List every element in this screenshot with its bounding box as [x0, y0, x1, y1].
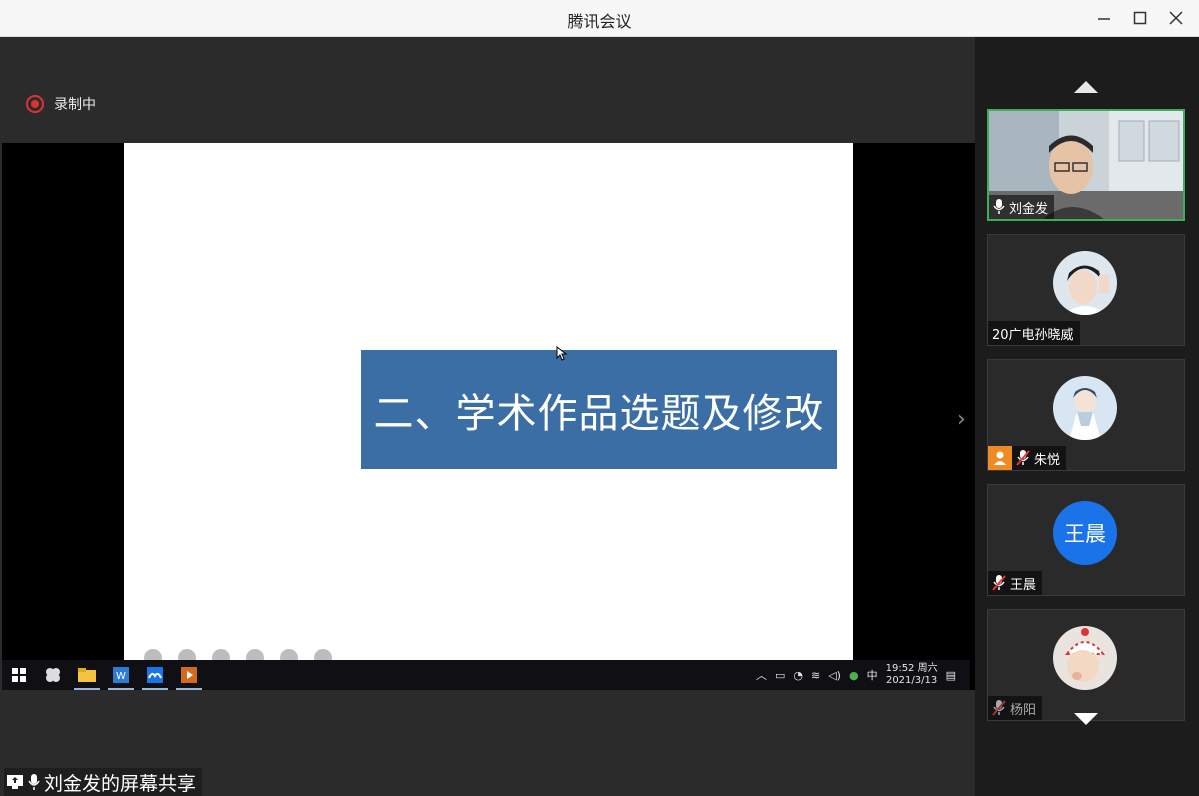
scroll-down-icon[interactable] [1074, 713, 1098, 725]
minimize-button[interactable] [1087, 6, 1121, 30]
wifi-icon[interactable]: ≋ [811, 669, 820, 682]
participant-name-tag: 杨阳 [988, 696, 1043, 720]
participant-tile[interactable]: 杨阳 [987, 609, 1185, 721]
participant-name: 朱悦 [1034, 452, 1061, 468]
presentation-slide: 二、学术作品选题及修改 [124, 143, 853, 661]
taskbar-clock[interactable]: 19:52 周六 2021/3/13 [886, 663, 938, 687]
tray-expand-icon[interactable]: ︿ [756, 667, 767, 683]
microphone-icon [28, 774, 40, 790]
svg-text:W: W [116, 671, 126, 682]
security-icon[interactable]: ● [849, 669, 859, 682]
participant-name: 刘金发 [1009, 201, 1049, 217]
minimize-icon [1098, 18, 1110, 20]
microphone-muted-icon [992, 700, 1006, 716]
system-tray: ︿ ▭ ◔ ≋ ◁) ● 中 19:52 周六 2021/3/13 ▤ [756, 660, 956, 690]
participant-tile[interactable]: 刘金发 [987, 109, 1185, 221]
word-app-icon[interactable]: W [104, 660, 138, 690]
microphone-muted-icon [992, 575, 1006, 591]
chevron-right-icon[interactable]: › [957, 407, 966, 432]
clock-date: 2021/3/13 [885, 675, 938, 686]
avatar [1053, 251, 1117, 315]
participant-name-tag: 20广电孙晓威 [988, 321, 1080, 345]
scroll-up-icon[interactable] [1074, 81, 1098, 93]
maximize-button[interactable] [1123, 6, 1157, 30]
avatar [1053, 626, 1117, 690]
meeting-app-icon[interactable] [138, 660, 172, 690]
participant-name: 杨阳 [1010, 702, 1037, 718]
shared-screen-area: 录制中 二、学术作品选题及修改 › W ︿ ▭ ◔ ≋ ◁) ● 中 19:52… [2, 37, 975, 796]
recording-indicator[interactable]: 录制中 [26, 94, 96, 114]
maximize-icon [1133, 11, 1147, 25]
participant-name-tag: 朱悦 [988, 446, 1067, 470]
volume-icon[interactable]: ◁) [828, 669, 841, 682]
ime-indicator[interactable]: 中 [867, 667, 878, 683]
participant-tile[interactable]: 20广电孙晓威 [987, 234, 1185, 346]
notification-icon[interactable]: ▤ [946, 669, 956, 682]
app-shortcut-icon[interactable] [36, 660, 70, 690]
screen-share-view: 二、学术作品选题及修改 › W ︿ ▭ ◔ ≋ ◁) ● 中 19:52 周六 … [2, 143, 975, 690]
share-owner-label: 刘金发的屏幕共享 [44, 772, 197, 795]
participant-name-tag: 王晨 [988, 571, 1043, 595]
battery-icon[interactable]: ▭ [775, 669, 785, 682]
recording-label: 录制中 [54, 97, 96, 113]
participant-tile[interactable]: 王晨 王晨 [987, 484, 1185, 596]
participant-sidebar: 刘金发 20广电孙晓威 朱悦 王晨 王晨 杨阳 [975, 37, 1199, 796]
windows-taskbar: W ︿ ▭ ◔ ≋ ◁) ● 中 19:52 周六 2021/3/13 ▤ [2, 660, 970, 690]
microphone-muted-icon [1016, 450, 1030, 466]
record-icon [26, 95, 44, 113]
window-title: 腾讯会议 [567, 12, 632, 31]
screen-share-label: 刘金发的屏幕共享 [4, 768, 203, 796]
close-icon [1169, 11, 1183, 25]
windows-start-icon[interactable] [2, 660, 36, 690]
slide-banner: 二、学术作品选题及修改 [361, 350, 837, 469]
file-explorer-icon[interactable] [70, 660, 104, 690]
participant-name: 20广电孙晓威 [992, 327, 1074, 343]
microphone-icon [993, 199, 1005, 214]
close-button[interactable] [1159, 6, 1193, 30]
avatar [1053, 376, 1117, 440]
participant-name-tag: 刘金发 [989, 195, 1055, 219]
host-badge-icon [988, 446, 1012, 470]
presentation-app-icon[interactable] [172, 660, 206, 690]
avatar: 王晨 [1053, 501, 1117, 565]
participant-tile[interactable]: 朱悦 [987, 359, 1185, 471]
clock-time: 19:52 周六 [885, 663, 938, 674]
network-icon[interactable]: ◔ [793, 669, 803, 682]
title-bar: 腾讯会议 [0, 0, 1199, 37]
mouse-cursor-icon [556, 346, 568, 361]
participant-name: 王晨 [1010, 577, 1037, 593]
screen-share-icon [7, 775, 23, 789]
